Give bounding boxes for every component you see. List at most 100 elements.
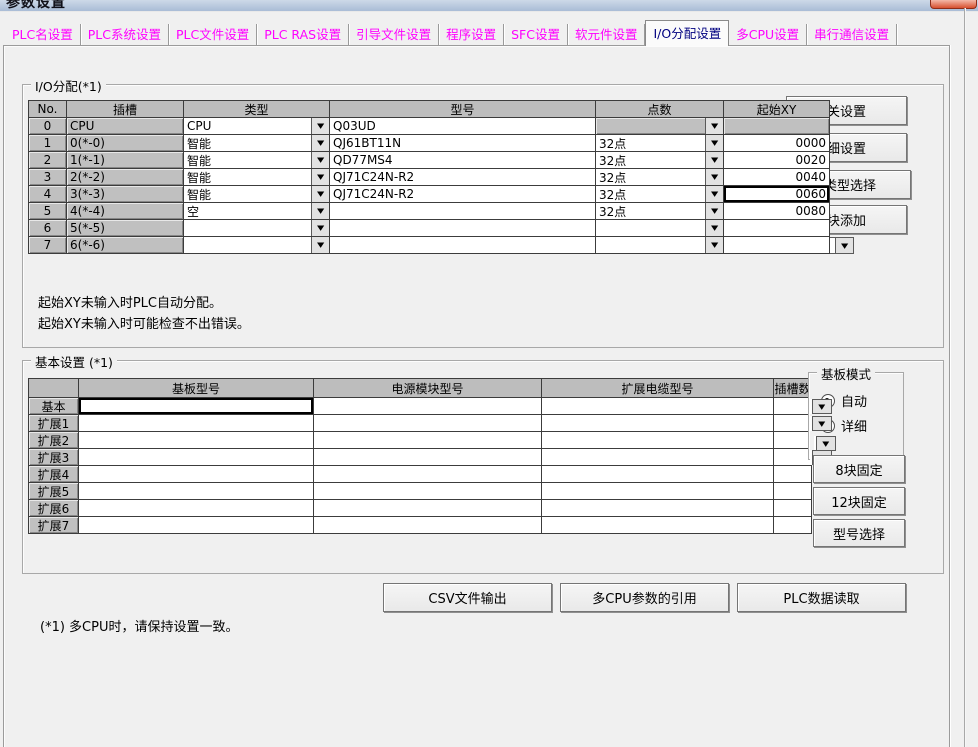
- tab-plc-system[interactable]: PLC系统设置: [81, 24, 169, 45]
- base-model-cell[interactable]: [79, 466, 314, 483]
- tab-sfc[interactable]: SFC设置: [504, 24, 568, 45]
- base-model-cell[interactable]: [79, 449, 314, 466]
- chevron-down-icon[interactable]: [311, 237, 329, 253]
- type-dropdown[interactable]: 空: [184, 203, 330, 220]
- cable-model-cell[interactable]: [542, 432, 774, 449]
- type-dropdown[interactable]: [184, 220, 330, 237]
- slot-count-dropdown[interactable]: [816, 436, 836, 451]
- tab-device[interactable]: 软元件设置: [568, 24, 646, 45]
- tab-plc-name[interactable]: PLC名设置: [5, 24, 81, 45]
- base-model-input[interactable]: [79, 398, 313, 414]
- slot-count-cell[interactable]: [774, 483, 812, 500]
- power-model-cell[interactable]: [314, 415, 542, 432]
- cable-model-cell[interactable]: [542, 500, 774, 517]
- startxy-cell[interactable]: [724, 237, 830, 254]
- chevron-down-icon[interactable]: [705, 237, 723, 253]
- cable-model-cell[interactable]: [542, 398, 774, 415]
- power-model-cell[interactable]: [314, 483, 542, 500]
- model-cell[interactable]: [330, 220, 596, 237]
- points-dropdown[interactable]: [596, 220, 724, 237]
- chevron-down-icon[interactable]: [311, 220, 329, 236]
- chevron-down-icon[interactable]: [705, 135, 723, 151]
- model-cell[interactable]: QJ61BT11N: [330, 135, 596, 152]
- startxy-cell-selected[interactable]: 0060: [724, 186, 830, 203]
- tab-program[interactable]: 程序设置: [439, 24, 504, 45]
- model-cell[interactable]: [330, 237, 596, 254]
- chevron-down-icon[interactable]: [311, 135, 329, 151]
- csv-export-button[interactable]: CSV文件输出: [383, 583, 552, 612]
- tab-io-assignment[interactable]: I/O分配设置: [645, 20, 729, 46]
- power-model-cell[interactable]: [314, 500, 542, 517]
- cable-model-cell[interactable]: [542, 483, 774, 500]
- cable-model-cell[interactable]: [542, 517, 774, 534]
- chevron-down-icon[interactable]: [311, 169, 329, 185]
- model-cell[interactable]: Q03UD: [330, 118, 596, 135]
- base-model-cell[interactable]: [79, 500, 314, 517]
- fix-12-slots-button[interactable]: 12块固定: [813, 487, 905, 515]
- tab-plc-ras[interactable]: PLC RAS设置: [257, 24, 349, 45]
- plc-data-read-button[interactable]: PLC数据读取: [737, 583, 906, 612]
- tab-serial-comm[interactable]: 串行通信设置: [807, 24, 897, 45]
- power-model-cell[interactable]: [314, 432, 542, 449]
- model-cell[interactable]: QJ71C24N-R2: [330, 169, 596, 186]
- points-dropdown[interactable]: 32点: [596, 169, 724, 186]
- base-model-cell[interactable]: [79, 483, 314, 500]
- points-dropdown[interactable]: 32点: [596, 186, 724, 203]
- slot-count-cell[interactable]: [774, 415, 812, 432]
- model-cell[interactable]: [330, 203, 596, 220]
- chevron-down-icon[interactable]: [311, 152, 329, 168]
- chevron-down-icon[interactable]: [705, 169, 723, 185]
- slot-count-cell[interactable]: [774, 432, 812, 449]
- fix-8-slots-button[interactable]: 8块固定: [813, 455, 905, 483]
- points-dropdown[interactable]: 32点: [596, 135, 724, 152]
- cable-model-cell[interactable]: [542, 415, 774, 432]
- points-dropdown[interactable]: [596, 118, 724, 135]
- startxy-cell[interactable]: [724, 220, 830, 237]
- startxy-cell[interactable]: 0080: [724, 203, 830, 220]
- tab-multi-cpu[interactable]: 多CPU设置: [729, 24, 807, 45]
- points-dropdown[interactable]: 32点: [596, 203, 724, 220]
- model-cell[interactable]: QD77MS4: [330, 152, 596, 169]
- startxy-cell[interactable]: 0020: [724, 152, 830, 169]
- type-dropdown[interactable]: [184, 237, 330, 254]
- base-model-cell[interactable]: [79, 517, 314, 534]
- tab-boot-file[interactable]: 引导文件设置: [349, 24, 439, 45]
- cable-model-cell[interactable]: [542, 466, 774, 483]
- type-dropdown[interactable]: 智能: [184, 152, 330, 169]
- slot-count-cell[interactable]: [774, 500, 812, 517]
- model-cell[interactable]: QJ71C24N-R2: [330, 186, 596, 203]
- close-button[interactable]: [930, 0, 977, 9]
- power-model-cell[interactable]: [314, 466, 542, 483]
- slot-count-dropdown[interactable]: [812, 399, 832, 414]
- power-model-cell[interactable]: [314, 398, 542, 415]
- multi-cpu-param-import-button[interactable]: 多CPU参数的引用: [560, 583, 729, 612]
- points-dropdown[interactable]: [596, 237, 724, 254]
- base-model-cell[interactable]: [79, 432, 314, 449]
- base-model-cell[interactable]: [79, 398, 314, 415]
- chevron-down-icon[interactable]: [311, 118, 329, 134]
- chevron-down-icon[interactable]: [835, 238, 853, 253]
- base-model-cell[interactable]: [79, 415, 314, 432]
- startxy-cell[interactable]: 0040: [724, 169, 830, 186]
- chevron-down-icon[interactable]: [705, 152, 723, 168]
- slot-count-cell[interactable]: [774, 449, 812, 466]
- chevron-down-icon[interactable]: [311, 186, 329, 202]
- type-dropdown[interactable]: 智能: [184, 186, 330, 203]
- slot-count-dropdown[interactable]: [812, 416, 832, 431]
- chevron-down-icon[interactable]: [311, 203, 329, 219]
- power-model-cell[interactable]: [314, 449, 542, 466]
- chevron-down-icon[interactable]: [705, 118, 723, 134]
- type-dropdown[interactable]: 智能: [184, 135, 330, 152]
- chevron-down-icon[interactable]: [705, 186, 723, 202]
- type-dropdown[interactable]: 智能: [184, 169, 330, 186]
- slot-count-cell[interactable]: [774, 398, 812, 415]
- chevron-down-icon[interactable]: [705, 203, 723, 219]
- slot-count-cell[interactable]: [774, 466, 812, 483]
- startxy-cell[interactable]: 0000: [724, 135, 830, 152]
- type-dropdown[interactable]: CPU: [184, 118, 330, 135]
- power-model-cell[interactable]: [314, 517, 542, 534]
- chevron-down-icon[interactable]: [705, 220, 723, 236]
- cable-model-cell[interactable]: [542, 449, 774, 466]
- slot-count-cell[interactable]: [774, 517, 812, 534]
- tab-plc-file[interactable]: PLC文件设置: [169, 24, 257, 45]
